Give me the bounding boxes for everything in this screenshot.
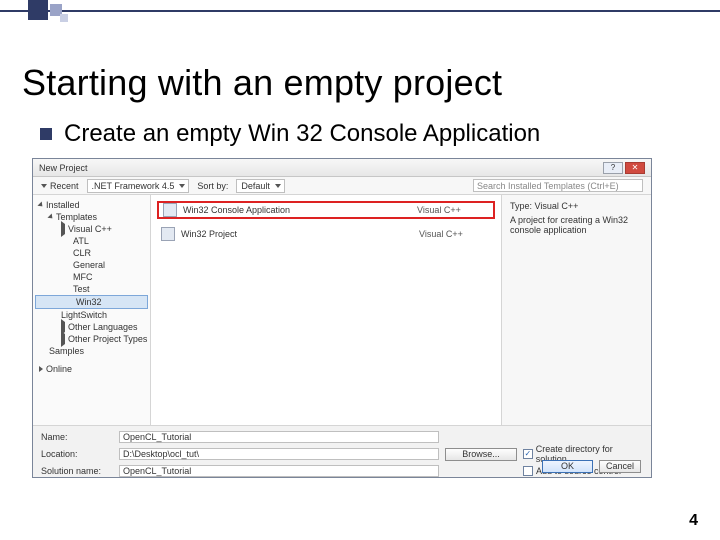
dialog-body: Installed Templates Visual C++ ATL CLR G…	[33, 195, 651, 425]
chevron-down-icon	[179, 184, 185, 188]
bullet-row: Create an empty Win 32 Console Applicati…	[40, 120, 540, 148]
slide: Starting with an empty project Create an…	[0, 0, 720, 540]
checkbox-icon: ✓	[523, 449, 533, 459]
slide-title: Starting with an empty project	[22, 62, 502, 104]
template-row-win32-console[interactable]: Win32 Console Application Visual C++	[157, 201, 495, 219]
recent-dropdown[interactable]: Recent	[41, 181, 79, 191]
disclosure-icon	[47, 213, 54, 220]
sortby-value: Default	[241, 181, 270, 191]
tree-online[interactable]: Online	[33, 363, 150, 375]
tree-visual-cpp[interactable]: Visual C++	[33, 223, 150, 235]
tree-item-win32[interactable]: Win32	[35, 295, 148, 309]
tree-item[interactable]: LightSwitch	[33, 309, 150, 321]
template-tree[interactable]: Installed Templates Visual C++ ATL CLR G…	[33, 195, 151, 425]
slide-accent	[0, 0, 720, 28]
chevron-down-icon	[41, 184, 47, 188]
browse-button[interactable]: Browse...	[445, 448, 517, 461]
bullet-text: Create an empty Win 32 Console Applicati…	[64, 120, 540, 148]
tree-item[interactable]: Other Languages	[33, 321, 150, 333]
help-button[interactable]: ?	[603, 162, 623, 174]
dialog-title: New Project	[39, 163, 88, 173]
recent-label: Recent	[50, 181, 79, 191]
name-label: Name:	[41, 432, 113, 442]
location-label: Location:	[41, 449, 113, 459]
tree-item[interactable]: CLR	[33, 247, 150, 259]
template-lang: Visual C++	[417, 205, 489, 215]
description-pane: Type: Visual C++ A project for creating …	[501, 195, 651, 425]
disclosure-icon	[37, 201, 44, 208]
ok-button[interactable]: OK	[542, 460, 593, 473]
tree-item[interactable]: ATL	[33, 235, 150, 247]
close-button[interactable]: ✕	[625, 162, 645, 174]
disclosure-icon	[61, 331, 65, 347]
sortby-dropdown[interactable]: Default	[236, 179, 285, 193]
solution-input[interactable]: OpenCL_Tutorial	[119, 465, 439, 477]
desc-text: A project for creating a Win32 console a…	[510, 215, 643, 235]
page-number: 4	[689, 512, 698, 530]
location-input[interactable]: D:\Desktop\ocl_tut\	[119, 448, 439, 460]
tree-item[interactable]: Samples	[33, 345, 150, 357]
template-name: Win32 Project	[181, 229, 413, 239]
template-list: Win32 Console Application Visual C++ Win…	[151, 195, 501, 425]
tree-item[interactable]: MFC	[33, 271, 150, 283]
name-input[interactable]: OpenCL_Tutorial	[119, 431, 439, 443]
template-row-win32-project[interactable]: Win32 Project Visual C++	[157, 225, 495, 243]
template-icon	[161, 227, 175, 241]
desc-type: Type: Visual C++	[510, 201, 643, 211]
bullet-icon	[40, 128, 52, 140]
template-lang: Visual C++	[419, 229, 491, 239]
dialog-titlebar: New Project ? ✕	[33, 159, 651, 177]
checkbox-icon	[523, 466, 533, 476]
disclosure-icon	[61, 221, 65, 237]
search-input[interactable]: Search Installed Templates (Ctrl+E)	[473, 179, 643, 192]
solution-label: Solution name:	[41, 466, 113, 476]
tree-item[interactable]: Test	[33, 283, 150, 295]
sortby-label: Sort by:	[197, 181, 228, 191]
tree-templates[interactable]: Templates	[33, 211, 150, 223]
cancel-button[interactable]: Cancel	[599, 460, 641, 473]
new-project-dialog: New Project ? ✕ Recent .NET Framework 4.…	[32, 158, 652, 478]
tree-installed[interactable]: Installed	[33, 199, 150, 211]
template-icon	[163, 203, 177, 217]
template-name: Win32 Console Application	[183, 205, 411, 215]
framework-dropdown[interactable]: .NET Framework 4.5	[87, 179, 190, 193]
tree-item[interactable]: General	[33, 259, 150, 271]
chevron-down-icon	[275, 184, 281, 188]
framework-value: .NET Framework 4.5	[92, 181, 175, 191]
tree-item[interactable]: Other Project Types	[33, 333, 150, 345]
disclosure-icon	[39, 366, 43, 372]
dialog-toolbar: Recent .NET Framework 4.5 Sort by: Defau…	[33, 177, 651, 195]
